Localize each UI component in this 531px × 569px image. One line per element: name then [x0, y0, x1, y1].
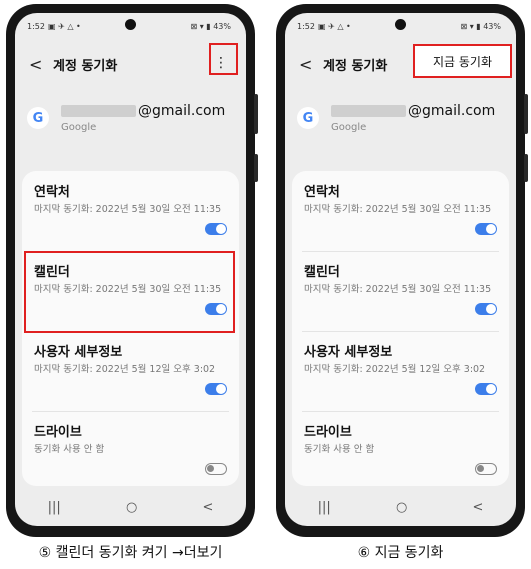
redacted-block: [61, 105, 136, 117]
back-arrow-icon[interactable]: <: [29, 55, 45, 74]
highlight-box-calendar: [24, 251, 235, 333]
item-subtitle: 동기화 사용 안 함: [34, 444, 105, 455]
app-header: < 계정 동기화 ⋮: [15, 43, 246, 79]
caption-right: ⑥ 지금 동기화: [357, 545, 444, 561]
volume-button: [524, 94, 528, 134]
status-icons-right: ⊠ ▾ ▮ 43%: [190, 21, 231, 31]
item-title: 사용자 세부정보: [304, 345, 393, 360]
sync-list: 연락처 마지막 동기화: 2022년 5월 30일 오전 11:35 캘린더 마…: [22, 171, 239, 486]
toggle-switch[interactable]: [205, 223, 227, 235]
account-row: G @gmail.com Google: [27, 103, 225, 133]
item-title: 드라이브: [34, 425, 82, 440]
navigation-bar: ||| ○ <: [15, 494, 246, 520]
item-title: 드라이브: [304, 425, 352, 440]
navigation-bar: ||| ○ <: [285, 494, 516, 520]
front-camera: [125, 19, 136, 30]
google-icon: G: [297, 107, 319, 129]
phone-left: 1:52 ▣ ✈ △ • ⊠ ▾ ▮ 43% < 계정 동기화 ⋮ G @gmai…: [6, 4, 258, 537]
status-icons-left: ▣ ✈ △ •: [317, 21, 351, 31]
item-subtitle: 동기화 사용 안 함: [304, 444, 375, 455]
redacted-block: [331, 105, 406, 117]
sync-list: 연락처 마지막 동기화: 2022년 5월 30일 오전 11:35 캘린더 마…: [292, 171, 509, 486]
item-title: 연락처: [304, 185, 340, 200]
page-title: 계정 동기화: [53, 58, 118, 74]
toggle-switch[interactable]: [205, 383, 227, 395]
item-title: 연락처: [34, 185, 70, 200]
sync-now-menu-item[interactable]: 지금 동기화: [413, 44, 512, 78]
status-icons-right: ⊠ ▾ ▮ 43%: [460, 21, 501, 31]
power-button: [254, 154, 258, 182]
account-provider: Google: [61, 122, 97, 133]
item-subtitle: 마지막 동기화: 2022년 5월 12일 오후 3:02: [34, 364, 216, 375]
email-suffix: @gmail.com: [408, 103, 496, 119]
status-time: 1:52: [297, 21, 315, 31]
google-icon: G: [27, 107, 49, 129]
home-icon[interactable]: ○: [396, 500, 407, 515]
toggle-switch[interactable]: [205, 463, 227, 475]
volume-button: [254, 94, 258, 134]
status-time: 1:52: [27, 21, 45, 31]
front-camera: [395, 19, 406, 30]
toggle-switch[interactable]: [475, 303, 497, 315]
page-title: 계정 동기화: [323, 58, 388, 74]
list-item-user-details[interactable]: 사용자 세부정보 마지막 동기화: 2022년 5월 12일 오후 3:02: [22, 331, 239, 411]
list-item-contacts[interactable]: 연락처 마지막 동기화: 2022년 5월 30일 오전 11:35: [22, 171, 239, 251]
back-arrow-icon[interactable]: <: [299, 55, 315, 74]
item-subtitle: 마지막 동기화: 2022년 5월 30일 오전 11:35: [304, 204, 492, 215]
recents-icon[interactable]: |||: [318, 500, 331, 515]
list-item-drive[interactable]: 드라이브 동기화 사용 안 함: [292, 411, 509, 491]
toggle-switch[interactable]: [475, 463, 497, 475]
phone-right: 1:52 ▣ ✈ △ • ⊠ ▾ ▮ 43% < 계정 동기화 지금 동기화 G …: [276, 4, 528, 537]
toggle-switch[interactable]: [475, 383, 497, 395]
screen-left: 1:52 ▣ ✈ △ • ⊠ ▾ ▮ 43% < 계정 동기화 ⋮ G @gmai…: [15, 13, 246, 526]
item-subtitle: 마지막 동기화: 2022년 5월 30일 오전 11:35: [304, 284, 492, 295]
power-button: [524, 154, 528, 182]
list-item-drive[interactable]: 드라이브 동기화 사용 안 함: [22, 411, 239, 491]
status-icons-left: ▣ ✈ △ •: [47, 21, 81, 31]
nav-back-icon[interactable]: <: [472, 500, 483, 515]
caption-left: ⑤ 캘린더 동기화 켜기 →더보기: [38, 545, 223, 561]
account-provider: Google: [331, 122, 367, 133]
toggle-switch[interactable]: [475, 223, 497, 235]
item-title: 캘린더: [304, 265, 340, 280]
nav-back-icon[interactable]: <: [202, 500, 213, 515]
list-item-contacts[interactable]: 연락처 마지막 동기화: 2022년 5월 30일 오전 11:35: [292, 171, 509, 251]
list-item-user-details[interactable]: 사용자 세부정보 마지막 동기화: 2022년 5월 12일 오후 3:02: [292, 331, 509, 411]
item-subtitle: 마지막 동기화: 2022년 5월 30일 오전 11:35: [34, 204, 222, 215]
list-item-calendar[interactable]: 캘린더 마지막 동기화: 2022년 5월 30일 오전 11:35: [292, 251, 509, 331]
account-email: @gmail.com: [61, 103, 225, 119]
highlight-box-more: [209, 43, 238, 75]
recents-icon[interactable]: |||: [48, 500, 61, 515]
email-suffix: @gmail.com: [138, 103, 226, 119]
account-email: @gmail.com: [331, 103, 495, 119]
item-subtitle: 마지막 동기화: 2022년 5월 12일 오후 3:02: [304, 364, 486, 375]
app-header: < 계정 동기화 지금 동기화: [285, 44, 516, 79]
account-row: G @gmail.com Google: [297, 103, 495, 133]
home-icon[interactable]: ○: [126, 500, 137, 515]
item-title: 사용자 세부정보: [34, 345, 123, 360]
screen-right: 1:52 ▣ ✈ △ • ⊠ ▾ ▮ 43% < 계정 동기화 지금 동기화 G …: [285, 13, 516, 526]
